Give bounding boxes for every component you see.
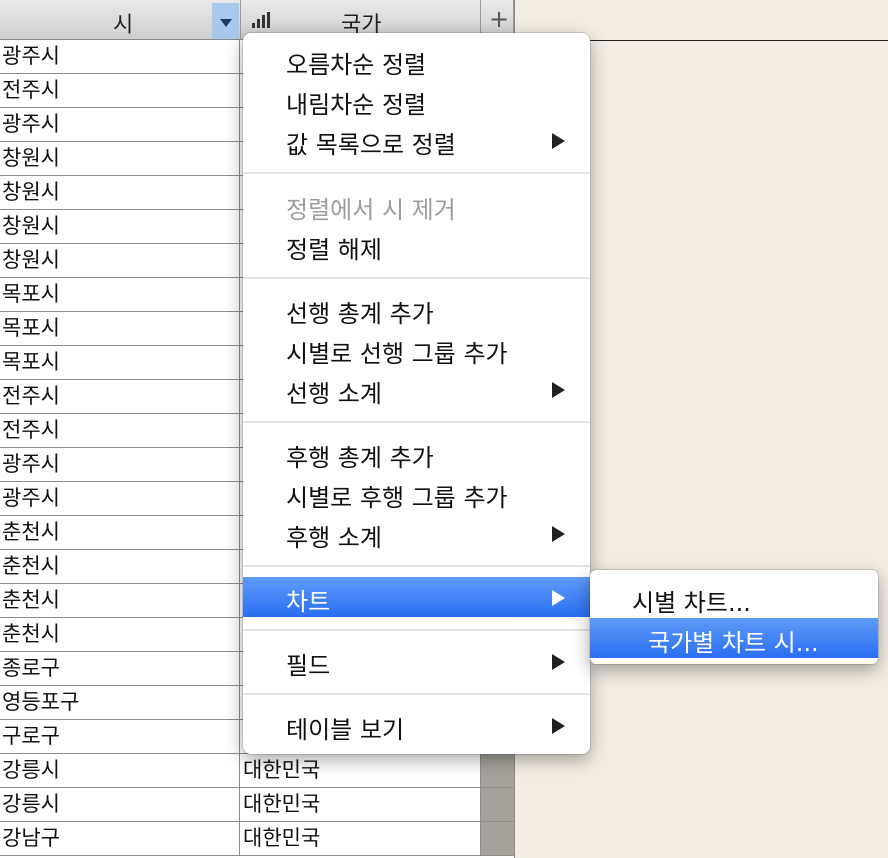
menu-item-add-leading-total[interactable]: 선행 총계 추가 bbox=[243, 289, 590, 329]
menu-separator bbox=[243, 172, 590, 174]
cell-city[interactable]: 창원시 bbox=[0, 210, 240, 243]
menu-item-remove-from-sort: 정렬에서 시 제거 bbox=[243, 185, 590, 225]
menu-item-add-trailing-group[interactable]: 시별로 후행 그룹 추가 bbox=[243, 473, 590, 513]
menu-separator bbox=[243, 277, 590, 279]
menu-item-sort-ascending[interactable]: 오름차순 정렬 bbox=[243, 40, 590, 80]
cell-city[interactable]: 구로구 bbox=[0, 720, 240, 753]
menu-item-field[interactable]: 필드 bbox=[243, 641, 590, 681]
menu-item-label: 시별로 선행 그룹 추가 bbox=[286, 340, 508, 368]
menu-item-label: 필드 bbox=[286, 652, 331, 680]
menu-item-label: 정렬에서 시 제거 bbox=[286, 196, 456, 224]
cell-city[interactable]: 광주시 bbox=[0, 40, 240, 73]
menu-item-leading-subtotals[interactable]: 선행 소계 bbox=[243, 369, 590, 409]
menu-item-sort-descending[interactable]: 내림차순 정렬 bbox=[243, 80, 590, 120]
cell-empty bbox=[481, 754, 514, 787]
triangle-right-icon bbox=[552, 718, 565, 734]
submenu-item-label: 시별 차트... bbox=[632, 589, 751, 617]
menu-separator bbox=[243, 629, 590, 631]
cell-city[interactable]: 창원시 bbox=[0, 142, 240, 175]
cell-city[interactable]: 목포시 bbox=[0, 278, 240, 311]
menu-item-label: 후행 총계 추가 bbox=[286, 444, 434, 472]
cell-city[interactable]: 광주시 bbox=[0, 482, 240, 515]
triangle-right-icon bbox=[552, 382, 565, 398]
menu-item-label: 값 목록으로 정렬 bbox=[286, 131, 456, 159]
submenu-item-chart-by-country[interactable]: 국가별 차트 시... bbox=[590, 618, 878, 658]
cell-city[interactable]: 광주시 bbox=[0, 448, 240, 481]
submenu-item-chart-by-city[interactable]: 시별 차트... bbox=[590, 578, 878, 618]
menu-item-table-view[interactable]: 테이블 보기 bbox=[243, 705, 590, 745]
column-header-city[interactable]: 시 bbox=[0, 0, 241, 40]
cell-empty bbox=[481, 788, 514, 821]
triangle-right-icon bbox=[552, 526, 565, 542]
table-row[interactable]: 강남구 대한민국 bbox=[0, 822, 514, 856]
chart-submenu: 시별 차트... 국가별 차트 시... bbox=[590, 570, 878, 664]
cell-city[interactable]: 전주시 bbox=[0, 74, 240, 107]
submenu-item-label: 국가별 차트 시... bbox=[648, 629, 819, 657]
menu-item-label: 정렬 해제 bbox=[286, 236, 382, 264]
triangle-right-icon bbox=[552, 654, 565, 670]
menu-item-label: 후행 소계 bbox=[286, 524, 382, 552]
menu-item-label: 테이블 보기 bbox=[286, 716, 405, 744]
menu-separator bbox=[243, 565, 590, 567]
column-header-city-label: 시 bbox=[113, 13, 134, 38]
menu-item-unsort[interactable]: 정렬 해제 bbox=[243, 225, 590, 265]
cell-city[interactable]: 창원시 bbox=[0, 244, 240, 277]
cell-country[interactable]: 대한민국 bbox=[241, 822, 481, 855]
table-row[interactable]: 강릉시 대한민국 bbox=[0, 754, 514, 788]
cell-empty bbox=[481, 822, 514, 855]
cell-city[interactable]: 춘천시 bbox=[0, 516, 240, 549]
menu-item-trailing-subtotals[interactable]: 후행 소계 bbox=[243, 513, 590, 553]
menu-item-sort-by-value-list[interactable]: 값 목록으로 정렬 bbox=[243, 120, 590, 160]
table-row[interactable]: 강릉시 대한민국 bbox=[0, 788, 514, 822]
cell-city[interactable]: 강릉시 bbox=[0, 788, 240, 821]
cell-city[interactable]: 강남구 bbox=[0, 822, 240, 855]
menu-item-add-trailing-total[interactable]: 후행 총계 추가 bbox=[243, 433, 590, 473]
cell-city[interactable]: 광주시 bbox=[0, 108, 240, 141]
cell-city[interactable]: 창원시 bbox=[0, 176, 240, 209]
triangle-right-icon bbox=[552, 133, 565, 149]
cell-city[interactable]: 전주시 bbox=[0, 380, 240, 413]
menu-item-label: 차트 bbox=[286, 588, 331, 616]
cell-city[interactable]: 전주시 bbox=[0, 414, 240, 447]
cell-country[interactable]: 대한민국 bbox=[241, 788, 481, 821]
menu-separator bbox=[243, 693, 590, 695]
column-context-menu: 오름차순 정렬 내림차순 정렬 값 목록으로 정렬 정렬에서 시 제거 정렬 해… bbox=[243, 33, 590, 754]
menu-item-label: 시별로 후행 그룹 추가 bbox=[286, 484, 508, 512]
cell-city[interactable]: 종로구 bbox=[0, 652, 240, 685]
menu-item-add-leading-group[interactable]: 시별로 선행 그룹 추가 bbox=[243, 329, 590, 369]
menu-item-label: 오름차순 정렬 bbox=[286, 51, 427, 79]
cell-city[interactable]: 목포시 bbox=[0, 312, 240, 345]
plus-icon: + bbox=[489, 5, 510, 33]
cell-city[interactable]: 강릉시 bbox=[0, 754, 240, 787]
menu-item-chart[interactable]: 차트 bbox=[243, 577, 590, 617]
menu-item-label: 내림차순 정렬 bbox=[286, 91, 427, 119]
cell-city[interactable]: 목포시 bbox=[0, 346, 240, 379]
bar-chart-icon bbox=[252, 12, 274, 28]
cell-city[interactable]: 춘천시 bbox=[0, 618, 240, 651]
menu-item-label: 선행 소계 bbox=[286, 380, 382, 408]
triangle-down-icon bbox=[220, 19, 232, 27]
column-menu-button[interactable] bbox=[212, 3, 239, 39]
cell-city[interactable]: 춘천시 bbox=[0, 584, 240, 617]
menu-item-label: 선행 총계 추가 bbox=[286, 300, 434, 328]
menu-separator bbox=[243, 421, 590, 423]
cell-city[interactable]: 영등포구 bbox=[0, 686, 240, 719]
triangle-right-icon bbox=[552, 590, 565, 606]
cell-country[interactable]: 대한민국 bbox=[241, 754, 481, 787]
cell-city[interactable]: 춘천시 bbox=[0, 550, 240, 583]
